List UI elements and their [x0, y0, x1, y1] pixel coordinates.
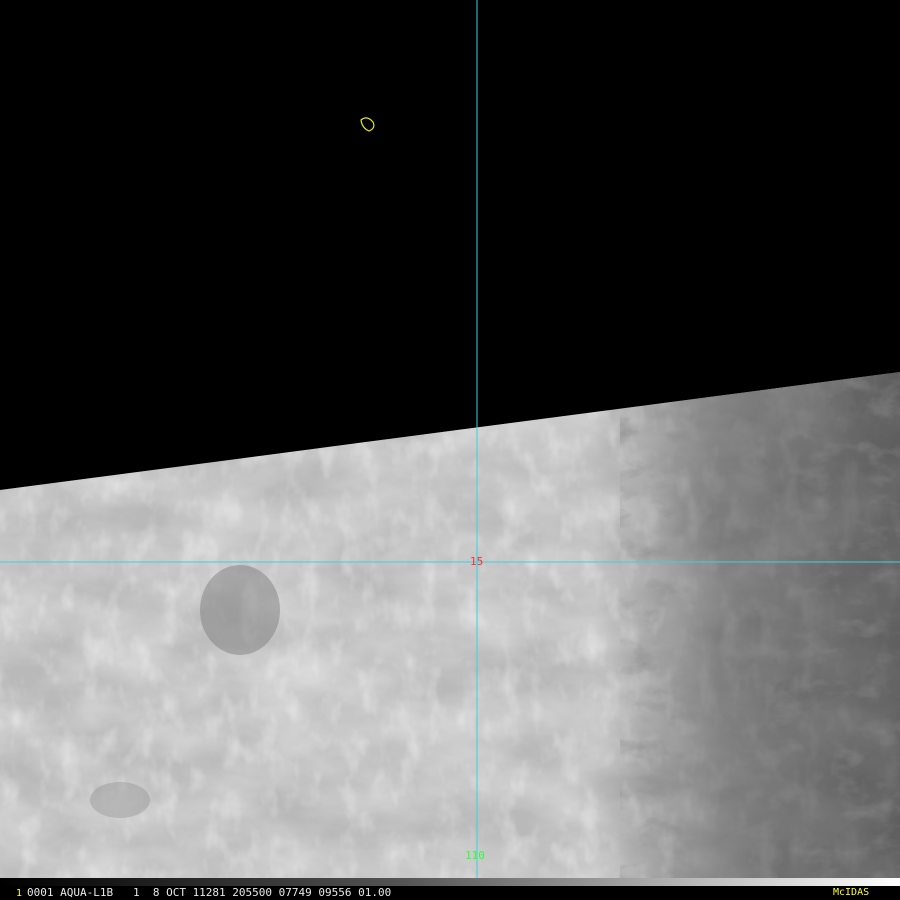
status-bar: 1 0001 AQUA-L1B 1 8 OCT 11281 205500 077… — [0, 886, 900, 900]
satellite-image — [0, 0, 900, 900]
grayscale-colorbar — [0, 878, 900, 886]
image-info-text: 0001 AQUA-L1B 1 8 OCT 11281 205500 07749… — [27, 886, 392, 899]
longitude-label: 110 — [465, 849, 485, 862]
frame-number: 1 — [16, 888, 23, 899]
mcidas-logo: McIDAS — [833, 887, 870, 898]
satellite-image-viewer: 15 110 1 0001 AQUA-L1B 1 8 OCT 11281 205… — [0, 0, 900, 900]
latitude-label: 15 — [470, 555, 484, 568]
